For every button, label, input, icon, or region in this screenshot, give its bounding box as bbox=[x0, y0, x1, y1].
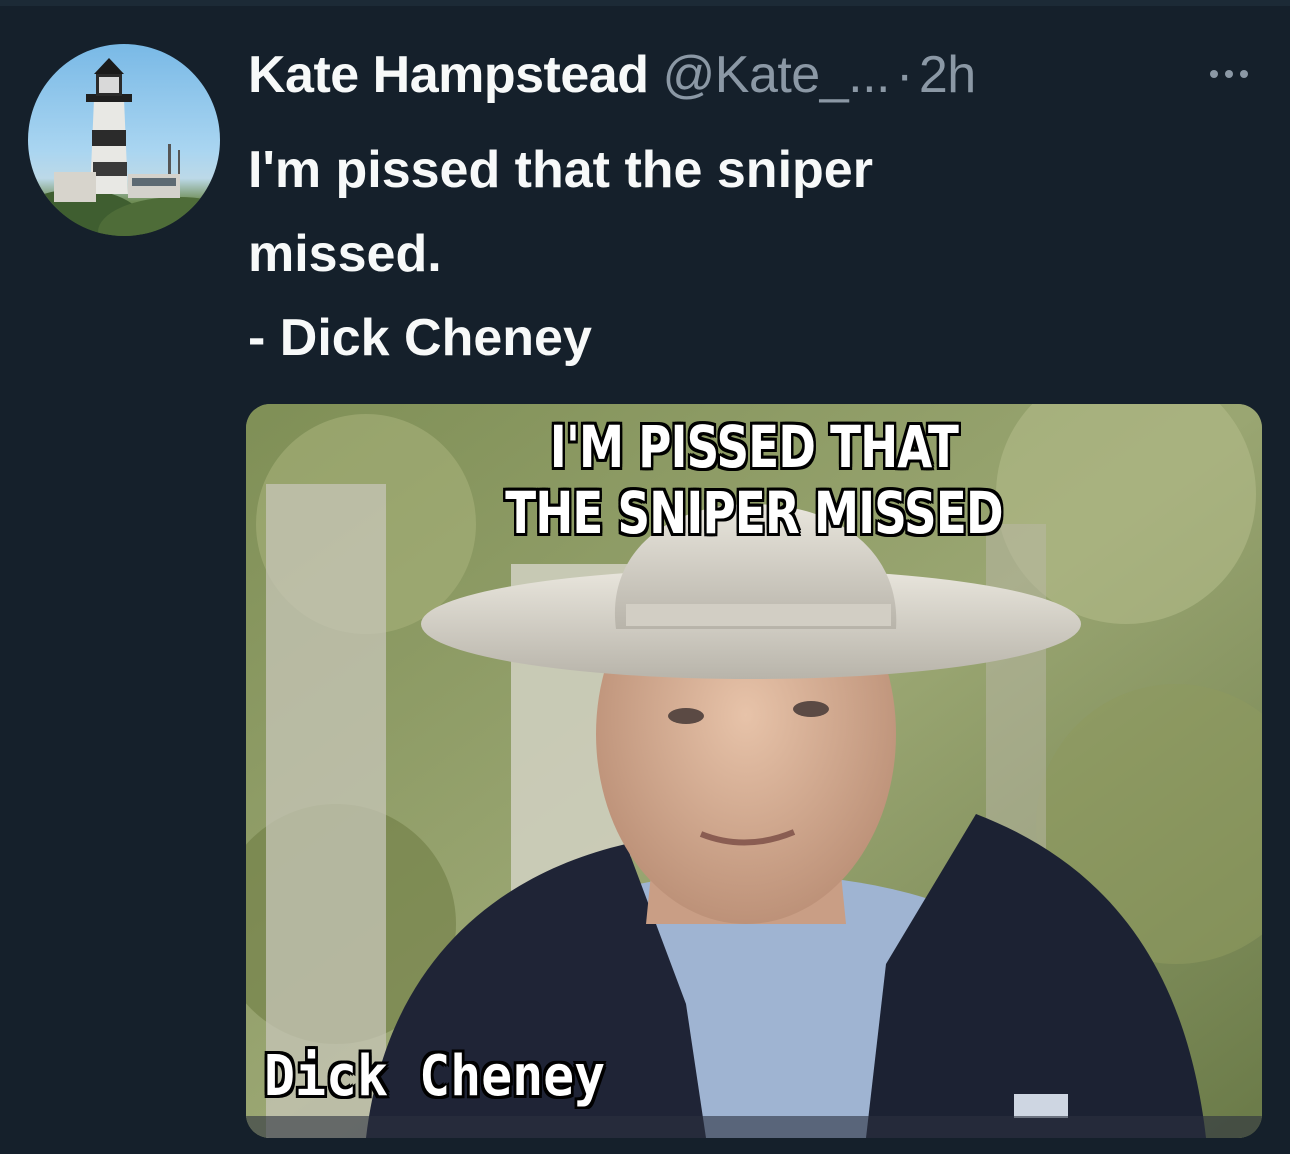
tweet-text-line: missed. bbox=[248, 225, 442, 283]
top-divider bbox=[0, 0, 1290, 6]
meme-name-label: Dick Cheney bbox=[264, 1044, 606, 1109]
more-dot bbox=[1240, 70, 1248, 78]
author-avatar[interactable] bbox=[28, 44, 220, 236]
more-dots-icon bbox=[1210, 70, 1218, 78]
meme-caption: I'M PISSED THAT THE SNIPER MISSED bbox=[358, 414, 1150, 546]
tweet-timestamp[interactable]: 2h bbox=[919, 45, 976, 105]
meme-caption-line: I'M PISSED THAT bbox=[549, 413, 959, 481]
lighthouse-avatar-icon bbox=[28, 58, 220, 236]
author-display-name[interactable]: Kate Hampstead bbox=[248, 45, 649, 105]
tweet-text-line: - Dick Cheney bbox=[248, 309, 592, 367]
more-dot bbox=[1225, 70, 1233, 78]
more-options-button[interactable] bbox=[1196, 54, 1262, 94]
header-separator: · bbox=[896, 46, 913, 104]
tweet-text: I'm pissed that the sniper missed. - Dic… bbox=[248, 128, 1248, 380]
author-handle[interactable]: @Kate_... bbox=[662, 45, 890, 105]
tweet-text-line: I'm pissed that the sniper bbox=[248, 141, 873, 199]
tweet-media-image[interactable]: I'M PISSED THAT THE SNIPER MISSED Dick C… bbox=[246, 404, 1262, 1138]
meme-caption-line: THE SNIPER MISSED bbox=[505, 479, 1003, 547]
tweet-header: Kate Hampstead @Kate_... · 2h bbox=[248, 40, 976, 110]
